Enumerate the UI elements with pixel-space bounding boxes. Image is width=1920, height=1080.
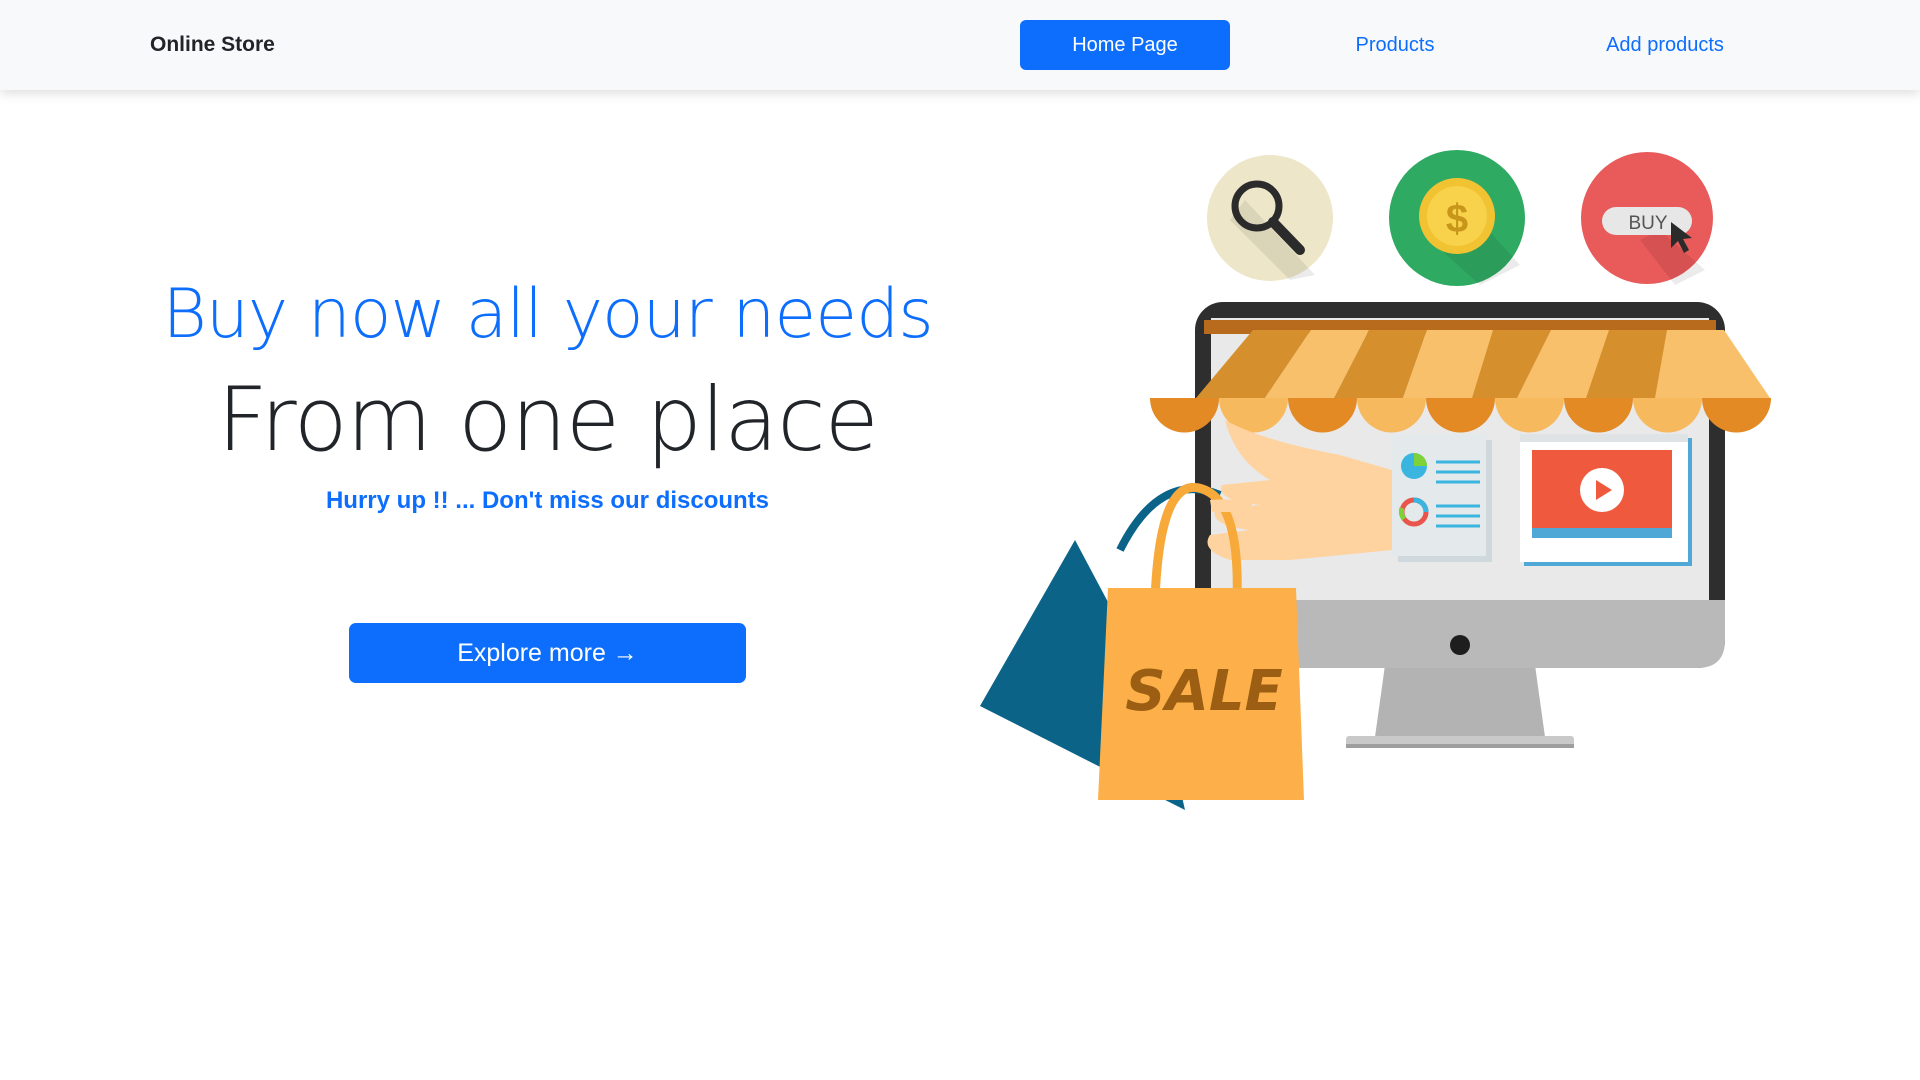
hero-subheadline: From one place	[217, 368, 878, 471]
explore-more-button[interactable]: Explore more →	[349, 623, 746, 683]
buy-button-icon: BUY	[1581, 152, 1713, 285]
sale-label: SALE	[1125, 659, 1283, 724]
hero-text: Buy now all your needs From one place Hu…	[110, 270, 985, 518]
coin-icon: $	[1389, 150, 1525, 286]
buy-label: BUY	[1628, 213, 1667, 234]
online-store-illustration: $ BUY SALE	[980, 150, 1771, 810]
hero-tagline: Hurry up !! ... Don't miss our discounts	[325, 487, 770, 514]
coin-dollar-label: $	[1446, 197, 1468, 241]
nav-add-products[interactable]: Add products	[1550, 20, 1780, 70]
hero-headline: Buy now all your needs	[162, 275, 933, 354]
magnifier-icon	[1207, 155, 1333, 281]
nav-products[interactable]: Products	[1280, 20, 1510, 70]
navbar: Online Store Home Page Products Add prod…	[0, 0, 1920, 90]
nav-home-page[interactable]: Home Page	[1020, 20, 1230, 70]
brand-logo[interactable]: Online Store	[150, 31, 275, 59]
